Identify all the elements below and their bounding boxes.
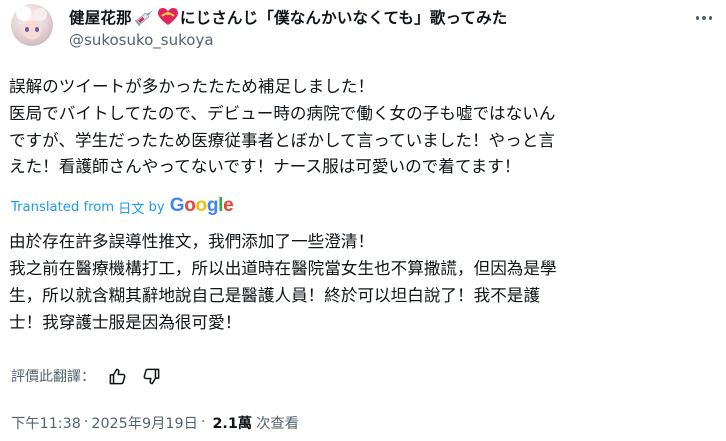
thumbs-down-button[interactable] <box>139 364 163 388</box>
views-label: 次查看 <box>256 415 299 432</box>
more-options-button[interactable] <box>688 5 720 31</box>
display-name-part2: にじさんじ「僕なんかいなくても」歌ってみた <box>179 9 508 27</box>
tweet-line: 医局でバイトしてたので、デビュー時の病院で働く女の子も嘘ではないん <box>9 103 556 123</box>
translated-from-label: Translated from <box>11 199 115 215</box>
translation-line: 士！我穿護士服是因為很可愛！ <box>9 313 242 332</box>
rate-translation-row: 評價此翻譯： <box>11 363 163 389</box>
translation-line: 生，所以就含糊其辭地說自己是醫護人員！終於可以坦白說了！我不是護 <box>9 286 540 305</box>
google-logo: Google <box>169 195 234 216</box>
more-dot-icon <box>702 16 706 20</box>
views-count: 2.1萬 <box>212 415 253 432</box>
translated-by-label: by <box>148 199 165 215</box>
rate-translation-label: 評價此翻譯： <box>11 369 95 385</box>
more-dot-icon <box>708 16 713 20</box>
avatar-hair <box>11 4 53 46</box>
thumbs-up-icon <box>109 368 125 384</box>
thumbs-up-button[interactable] <box>105 364 129 388</box>
tweet-line: ですが、学生だったため医療従事者とぼかして言っていました！やっと言 <box>9 130 555 150</box>
translation-attribution[interactable]: Translated from 日文 by Google <box>11 195 234 218</box>
display-name-part1: 健屋花那 <box>69 9 132 27</box>
heart-ribbon-icon <box>157 7 179 27</box>
tweet-text: 誤解のツイートが多かったたため補足しました！ 医局でバイトしてたので、デビュー時… <box>9 74 719 181</box>
tweet-time[interactable]: 下午11:38 <box>11 412 81 433</box>
author-name-row[interactable]: 健屋花那 にじさんじ「僕なんかいなくても」歌ってみた <box>69 6 508 28</box>
syringe-icon <box>133 7 155 27</box>
thumbs-down-icon <box>143 368 159 384</box>
avatar-eye-left <box>25 27 29 32</box>
translation-line: 由於存在許多誤導性推文，我們添加了一些澄清！ <box>9 232 375 251</box>
more-dot-icon <box>695 16 700 20</box>
author-handle[interactable]: @sukosuko_sukoya <box>69 31 214 49</box>
tweet-line: えた！看護師さんやってないです！ナース服は可愛いので着てます！ <box>9 157 521 177</box>
source-language: 日文 <box>118 201 145 217</box>
meta-separator: · <box>83 414 89 430</box>
translation-line: 我之前在醫療機構打工，所以出道時在醫院當女生也不算撒謊，但因為是學 <box>9 259 557 278</box>
tweet-date[interactable]: 2025年9月19日 <box>91 412 198 433</box>
meta-separator: · <box>200 414 206 430</box>
tweet-meta: 下午11:38 · 2025年9月19日 · 2.1萬 次查看 <box>11 411 299 433</box>
avatar-eye-right <box>35 27 39 32</box>
tweet-line: 誤解のツイートが多かったたため補足しました！ <box>9 77 375 96</box>
translated-text: 由於存在許多誤導性推文，我們添加了一些澄清！ 我之前在醫療機構打工，所以出道時在… <box>9 228 719 336</box>
avatar[interactable] <box>11 4 53 46</box>
